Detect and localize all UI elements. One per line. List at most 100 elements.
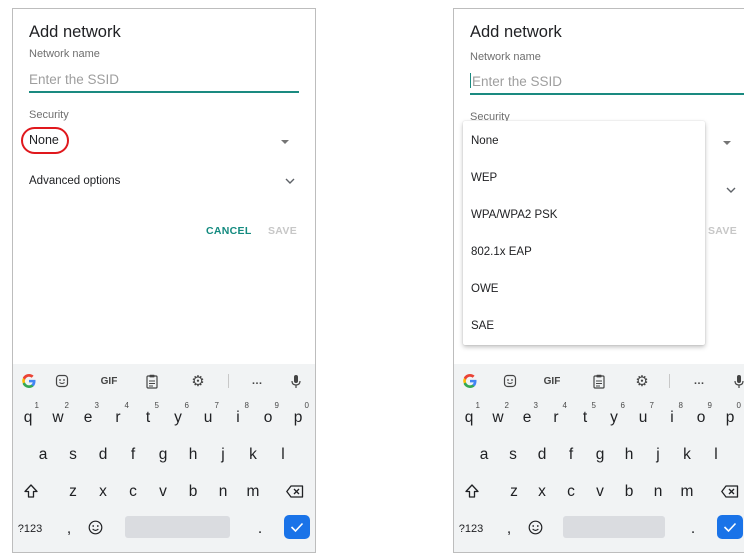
left-screen: Add network Network name Enter the SSID … bbox=[12, 8, 316, 553]
key-x[interactable]: x bbox=[528, 473, 556, 510]
key-i[interactable]: i8 bbox=[658, 399, 686, 436]
key-t[interactable]: t5 bbox=[134, 399, 162, 436]
key-k[interactable]: k bbox=[673, 436, 701, 473]
key-e[interactable]: e3 bbox=[513, 399, 541, 436]
key-h[interactable]: h bbox=[179, 436, 207, 473]
key-g[interactable]: g bbox=[149, 436, 177, 473]
emoji-icon[interactable] bbox=[81, 510, 109, 547]
key-s[interactable]: s bbox=[59, 436, 87, 473]
key-m[interactable]: m bbox=[239, 473, 267, 510]
key-n[interactable]: n bbox=[644, 473, 672, 510]
chevron-down-icon[interactable] bbox=[285, 178, 295, 185]
key-j[interactable]: j bbox=[209, 436, 237, 473]
space-bar[interactable] bbox=[125, 516, 230, 538]
key-e[interactable]: e3 bbox=[74, 399, 102, 436]
gif-button[interactable]: GIF bbox=[540, 372, 564, 390]
key-p[interactable]: p0 bbox=[716, 399, 744, 436]
gear-icon[interactable]: ⚙ bbox=[190, 372, 206, 390]
key-z[interactable]: z bbox=[59, 473, 87, 510]
key-l[interactable]: l bbox=[702, 436, 730, 473]
emoji-icon[interactable] bbox=[521, 510, 549, 547]
google-icon[interactable] bbox=[461, 372, 479, 390]
key-u[interactable]: u7 bbox=[194, 399, 222, 436]
key-y[interactable]: y6 bbox=[600, 399, 628, 436]
key-w[interactable]: w2 bbox=[484, 399, 512, 436]
dropdown-caret-icon[interactable] bbox=[281, 140, 289, 144]
key-t[interactable]: t5 bbox=[571, 399, 599, 436]
dropdown-caret-icon[interactable] bbox=[723, 141, 731, 145]
key-q[interactable]: q1 bbox=[14, 399, 42, 436]
key-q[interactable]: q1 bbox=[455, 399, 483, 436]
key-o[interactable]: o9 bbox=[687, 399, 715, 436]
security-option-wep[interactable]: WEP bbox=[471, 172, 497, 184]
key-k[interactable]: k bbox=[239, 436, 267, 473]
advanced-options-toggle[interactable]: Advanced options bbox=[29, 175, 120, 187]
symbols-key[interactable]: ?123 bbox=[456, 511, 486, 548]
key-i[interactable]: i8 bbox=[224, 399, 252, 436]
gif-button[interactable]: GIF bbox=[97, 372, 121, 390]
backspace-icon[interactable] bbox=[716, 473, 744, 510]
security-option-wpa-psk[interactable]: WPA/WPA2 PSK bbox=[471, 209, 557, 221]
save-button[interactable]: SAVE bbox=[708, 225, 737, 237]
security-option-sae[interactable]: SAE bbox=[471, 320, 494, 332]
security-option-none[interactable]: None bbox=[471, 135, 499, 147]
more-icon[interactable]: … bbox=[249, 372, 265, 390]
key-f[interactable]: f bbox=[557, 436, 585, 473]
gear-icon[interactable]: ⚙ bbox=[634, 372, 650, 390]
key-x[interactable]: x bbox=[89, 473, 117, 510]
key-m[interactable]: m bbox=[673, 473, 701, 510]
key-j[interactable]: j bbox=[644, 436, 672, 473]
key-c[interactable]: c bbox=[557, 473, 585, 510]
key-c[interactable]: c bbox=[119, 473, 147, 510]
shift-icon[interactable] bbox=[17, 473, 45, 510]
security-option-owe[interactable]: OWE bbox=[471, 283, 498, 295]
microphone-icon[interactable] bbox=[289, 372, 303, 390]
key-d[interactable]: d bbox=[528, 436, 556, 473]
key-b[interactable]: b bbox=[615, 473, 643, 510]
key-u[interactable]: u7 bbox=[629, 399, 657, 436]
comma-key[interactable]: , bbox=[495, 510, 523, 547]
key-r[interactable]: r4 bbox=[542, 399, 570, 436]
text-cursor bbox=[470, 73, 471, 88]
comma-key[interactable]: , bbox=[55, 510, 83, 547]
clipboard-icon[interactable] bbox=[591, 372, 607, 390]
chevron-down-icon[interactable] bbox=[726, 187, 736, 194]
save-button[interactable]: SAVE bbox=[268, 225, 297, 237]
ssid-input[interactable]: Enter the SSID bbox=[29, 69, 299, 93]
key-h[interactable]: h bbox=[615, 436, 643, 473]
key-a[interactable]: a bbox=[470, 436, 498, 473]
key-s[interactable]: s bbox=[499, 436, 527, 473]
key-f[interactable]: f bbox=[119, 436, 147, 473]
more-icon[interactable]: … bbox=[691, 372, 707, 390]
space-bar[interactable] bbox=[563, 516, 665, 538]
emoji-sticker-icon[interactable] bbox=[53, 372, 71, 390]
key-w[interactable]: w2 bbox=[44, 399, 72, 436]
key-v[interactable]: v bbox=[149, 473, 177, 510]
enter-check-icon[interactable] bbox=[284, 515, 310, 539]
emoji-sticker-icon[interactable] bbox=[501, 372, 519, 390]
shift-icon[interactable] bbox=[458, 473, 486, 510]
key-r[interactable]: r4 bbox=[104, 399, 132, 436]
key-z[interactable]: z bbox=[500, 473, 528, 510]
key-g[interactable]: g bbox=[586, 436, 614, 473]
security-option-eap[interactable]: 802.1x EAP bbox=[471, 246, 532, 258]
key-a[interactable]: a bbox=[29, 436, 57, 473]
backspace-icon[interactable] bbox=[281, 473, 309, 510]
microphone-icon[interactable] bbox=[733, 372, 744, 390]
key-l[interactable]: l bbox=[269, 436, 297, 473]
clipboard-icon[interactable] bbox=[144, 372, 160, 390]
key-p[interactable]: p0 bbox=[284, 399, 312, 436]
symbols-key[interactable]: ?123 bbox=[15, 511, 45, 548]
enter-check-icon[interactable] bbox=[717, 515, 743, 539]
key-b[interactable]: b bbox=[179, 473, 207, 510]
key-v[interactable]: v bbox=[586, 473, 614, 510]
key-y[interactable]: y6 bbox=[164, 399, 192, 436]
period-key[interactable]: . bbox=[679, 510, 707, 547]
key-n[interactable]: n bbox=[209, 473, 237, 510]
ssid-input[interactable]: Enter the SSID bbox=[470, 71, 744, 95]
cancel-button[interactable]: CANCEL bbox=[206, 225, 252, 237]
key-d[interactable]: d bbox=[89, 436, 117, 473]
google-icon[interactable] bbox=[20, 372, 38, 390]
key-o[interactable]: o9 bbox=[254, 399, 282, 436]
period-key[interactable]: . bbox=[246, 510, 274, 547]
